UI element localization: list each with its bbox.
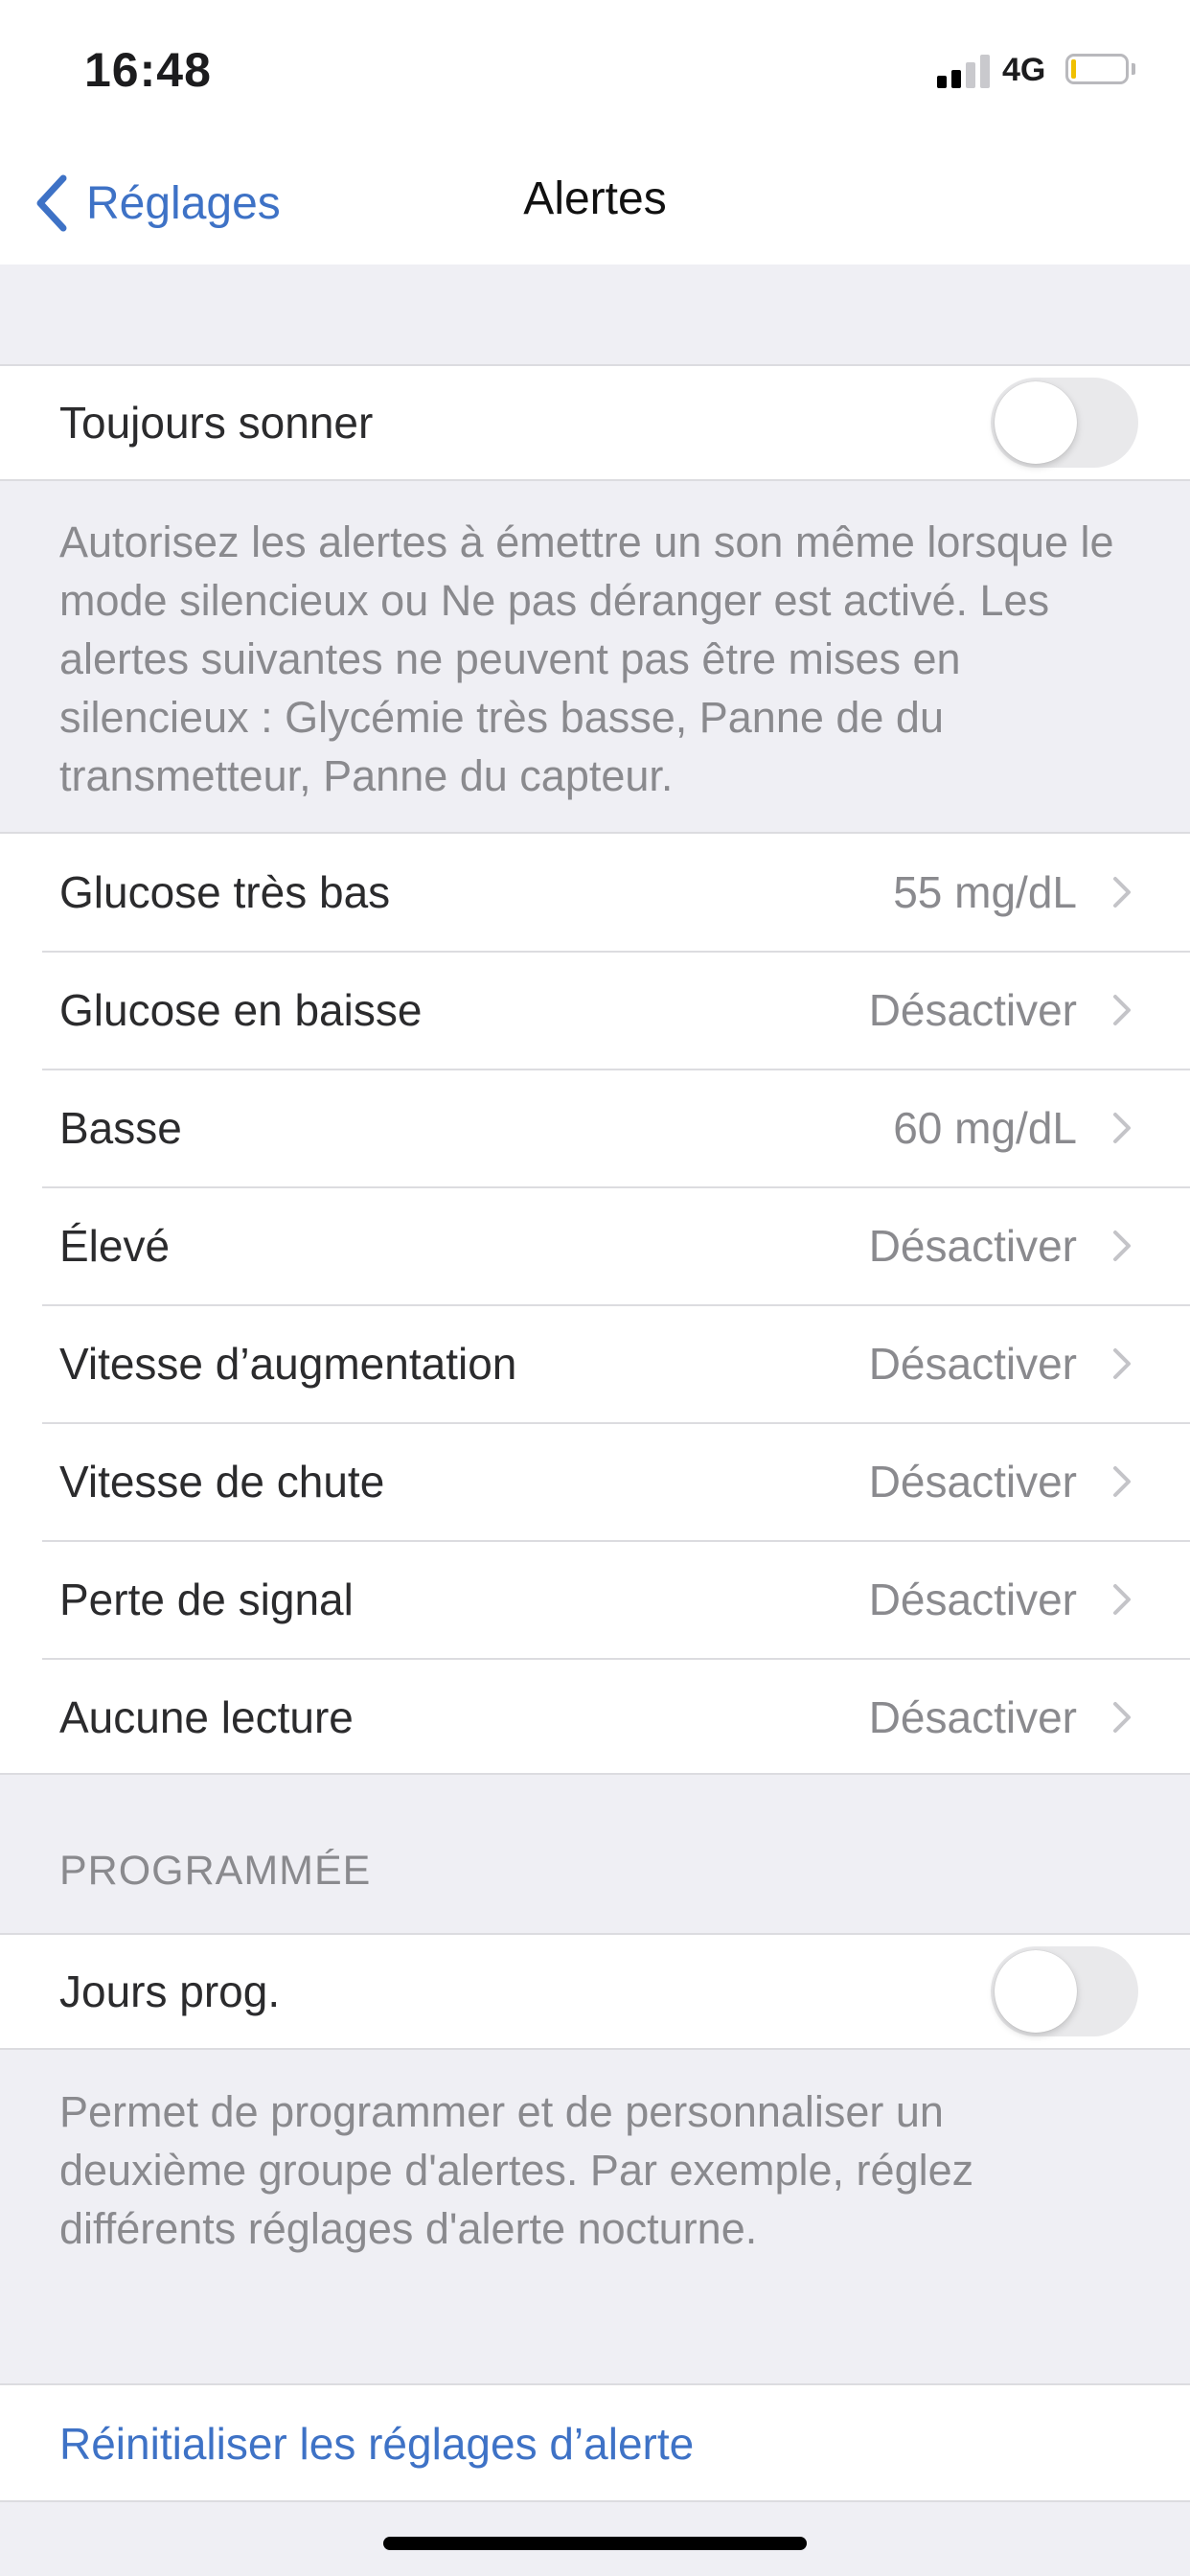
- alert-row-fall-rate[interactable]: Vitesse de chute Désactiver: [0, 1423, 1190, 1540]
- navigation-bar: Réglages Alertes: [0, 144, 1190, 264]
- always-sound-toggle[interactable]: [991, 378, 1138, 468]
- alert-label: Vitesse de chute: [59, 1457, 385, 1506]
- page-title: Alertes: [523, 173, 667, 224]
- alerts-list: Glucose très bas 55 mg/dL Glucose en bai…: [0, 832, 1190, 1775]
- always-sound-row: Toujours sonner: [0, 364, 1190, 481]
- alert-label: Aucune lecture: [59, 1692, 354, 1742]
- alert-value: Désactiver: [868, 1692, 1077, 1742]
- toggle-knob: [995, 381, 1077, 464]
- network-type-label: 4G: [1002, 52, 1046, 88]
- alert-row-high[interactable]: Élevé Désactiver: [0, 1187, 1190, 1304]
- chevron-right-icon: [1113, 1348, 1131, 1379]
- alert-value: Désactiver: [868, 985, 1077, 1035]
- alert-value: Désactiver: [868, 1457, 1077, 1506]
- alert-row-very-low-glucose[interactable]: Glucose très bas 55 mg/dL: [0, 834, 1190, 951]
- alert-label: Basse: [59, 1103, 182, 1153]
- alert-value: Désactiver: [868, 1575, 1077, 1624]
- battery-icon: [1065, 54, 1129, 84]
- chevron-right-icon: [1113, 1702, 1131, 1733]
- alert-value: 60 mg/dL: [893, 1103, 1077, 1153]
- scheduled-description: Permet de programmer et de personnaliser…: [59, 2087, 974, 2253]
- always-sound-label: Toujours sonner: [59, 398, 374, 448]
- alert-row-low[interactable]: Basse 60 mg/dL: [0, 1070, 1190, 1186]
- alert-row-rise-rate[interactable]: Vitesse d’augmentation Désactiver: [0, 1305, 1190, 1422]
- alert-row-falling-glucose[interactable]: Glucose en baisse Désactiver: [0, 952, 1190, 1069]
- alert-row-no-readings[interactable]: Aucune lecture Désactiver: [0, 1659, 1190, 1775]
- scheduled-days-label: Jours prog.: [59, 1966, 281, 2016]
- chevron-right-icon: [1113, 1230, 1131, 1261]
- chevron-right-icon: [1113, 1113, 1131, 1143]
- scheduled-days-toggle[interactable]: [991, 1946, 1138, 2036]
- alert-value: Désactiver: [868, 1339, 1077, 1389]
- home-indicator: [383, 2537, 807, 2550]
- section-header-scheduled: PROGRAMMÉE: [59, 1848, 372, 1894]
- reset-alert-settings-button[interactable]: Réinitialiser les réglages d’alerte: [59, 2418, 694, 2470]
- chevron-right-icon: [1113, 1466, 1131, 1497]
- chevron-right-icon: [1113, 995, 1131, 1025]
- toggle-knob: [995, 1950, 1077, 2033]
- cellular-signal-icon: [937, 54, 991, 88]
- alert-value: 55 mg/dL: [893, 867, 1077, 917]
- status-time: 16:48: [84, 43, 212, 97]
- scheduled-days-row: Jours prog.: [0, 1933, 1190, 2050]
- chevron-right-icon: [1113, 1584, 1131, 1615]
- alert-value: Désactiver: [868, 1221, 1077, 1271]
- alert-label: Élevé: [59, 1221, 171, 1271]
- alert-row-signal-loss[interactable]: Perte de signal Désactiver: [0, 1541, 1190, 1658]
- alert-label: Glucose très bas: [59, 867, 391, 917]
- alert-label: Perte de signal: [59, 1575, 354, 1624]
- alert-label: Vitesse d’augmentation: [59, 1339, 517, 1389]
- status-bar: 16:48 4G: [0, 0, 1190, 144]
- always-sound-description: Autorisez les alertes à émettre un son m…: [59, 518, 1114, 800]
- chevron-right-icon: [1113, 877, 1131, 908]
- alert-label: Glucose en baisse: [59, 985, 423, 1035]
- reset-row[interactable]: Réinitialiser les réglages d’alerte: [0, 2383, 1190, 2502]
- battery-tip: [1132, 63, 1135, 75]
